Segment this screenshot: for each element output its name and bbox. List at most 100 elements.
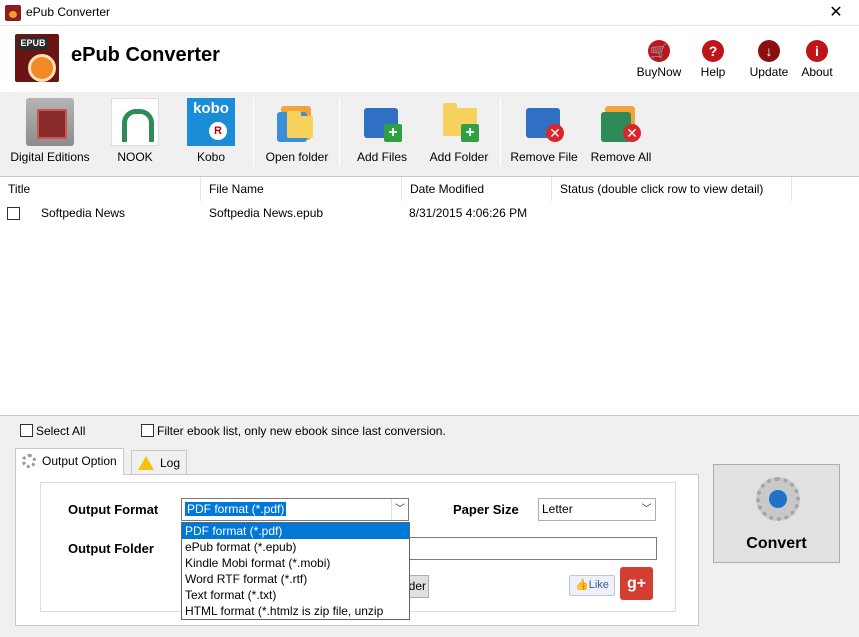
output-folder-label: Output Folder [68,541,154,556]
convert-button[interactable]: Convert [713,464,840,563]
cart-icon: 🛒 [648,40,670,62]
question-icon: ? [702,40,724,62]
column-header-date-modified[interactable]: Date Modified [402,177,552,201]
app-name: ePub Converter [71,44,220,66]
filter-checkbox[interactable]: Filter ebook list, only new ebook since … [141,424,446,438]
app-icon [5,5,21,21]
dropdown-option[interactable]: Text format (*.txt) [182,587,409,603]
google-plus-button[interactable]: g+ [620,567,653,600]
warning-icon [138,455,154,470]
add-files-label: Add Files [356,150,408,164]
toolbar-divider [339,98,340,166]
nook-label: NOOK [117,150,153,164]
convert-label: Convert [746,535,807,552]
info-icon: i [806,40,828,62]
paper-size-value: Letter [542,502,573,516]
dropdown-option[interactable]: Kindle Mobi format (*.mobi) [182,555,409,571]
select-all-box[interactable] [20,424,33,438]
select-all-label: Select All [36,424,86,438]
gear-icon [22,453,36,468]
row-title: Softpedia News [41,206,126,220]
tab-output-option-label: Output Option [42,454,117,468]
chevron-down-icon: ﹀ [391,499,408,520]
download-arrow-icon: ↓ [758,40,780,62]
kobo-button[interactable]: kobo R Kobo [182,98,240,164]
close-button[interactable]: ✕ [813,0,859,26]
facebook-like-button[interactable]: 👍Like [569,575,615,596]
tab-output-option[interactable]: Output Option [15,448,124,475]
remove-all-icon: ✕ [597,98,645,146]
dropdown-option[interactable]: Word RTF format (*.rtf) [182,571,409,587]
tab-log[interactable]: Log [131,450,188,474]
digital-editions-button[interactable]: Digital Editions [6,98,94,164]
update-button[interactable]: ↓ Update [743,40,795,79]
column-header-status[interactable]: Status (double click row to view detail) [552,177,792,201]
column-header-file-name[interactable]: File Name [201,177,402,201]
about-label: About [801,65,833,79]
plus-icon: + [461,124,479,142]
nook-button[interactable]: NOOK [106,98,164,164]
remove-file-icon: ✕ [520,98,568,146]
chevron-down-icon: ﹀ [641,504,652,515]
remove-file-label: Remove File [510,150,578,164]
digital-editions-icon [26,98,74,146]
x-icon: ✕ [546,124,564,142]
dropdown-option[interactable]: ePub format (*.epub) [182,539,409,555]
filter-label: Filter ebook list, only new ebook since … [157,424,446,438]
kobo-badge: R [209,122,227,140]
add-folder-label: Add Folder [429,150,489,164]
add-files-button[interactable]: + Add Files [352,98,412,164]
digital-editions-label: Digital Editions [10,150,90,164]
remove-all-button[interactable]: ✕ Remove All [586,98,656,164]
header: EPUB ePub Converter 🛒 BuyNow ? Help ↓ Up… [0,26,859,92]
paper-size-select[interactable]: Letter ﹀ [538,498,656,521]
table-row[interactable]: Softpedia News Softpedia News.epub 8/31/… [0,201,859,225]
add-folder-button[interactable]: + Add Folder [424,98,494,164]
kobo-icon: kobo R [187,98,235,146]
kobo-label: Kobo [196,150,226,164]
kobo-icon-text: kobo [193,100,229,117]
open-folder-button[interactable]: Open folder [260,98,334,164]
add-files-icon: + [358,98,406,146]
help-label: Help [700,65,726,79]
title-bar: ePub Converter ✕ [0,0,859,26]
output-format-select[interactable]: PDF format (*.pdf) ﹀ [181,498,409,521]
column-header-title[interactable]: Title [0,177,201,201]
plus-icon: + [384,124,402,142]
dropdown-option[interactable]: HTML format (*.htmlz is zip file, unzip [182,603,409,619]
logo: EPUB [15,34,63,84]
add-folder-icon: + [435,98,483,146]
output-format-label: Output Format [68,502,159,517]
update-label: Update [749,65,789,79]
row-checkbox[interactable] [7,207,20,221]
file-list[interactable]: Title File Name Date Modified Status (do… [0,176,859,416]
like-label: Like [588,579,609,591]
nook-icon [111,98,159,146]
row-file-name: Softpedia News.epub [209,206,324,220]
select-all-checkbox[interactable]: Select All [20,424,85,438]
row-date-modified: 8/31/2015 4:06:26 PM [409,206,528,220]
thumbs-up-icon: 👍 [575,579,589,591]
tab-log-label: Log [160,456,181,470]
remove-all-label: Remove All [590,150,652,164]
buynow-button[interactable]: 🛒 BuyNow [633,40,685,79]
logo-tag: EPUB [18,37,48,50]
filter-box[interactable] [141,424,154,438]
window-title: ePub Converter [26,5,111,19]
convert-gear-icon [756,477,800,521]
buynow-label: BuyNow [636,65,682,79]
toolbar-divider [500,98,501,166]
help-button[interactable]: ? Help [687,40,739,79]
about-button[interactable]: i About [791,40,843,79]
output-format-value: PDF format (*.pdf) [185,502,287,516]
output-format-dropdown-list[interactable]: PDF format (*.pdf) ePub format (*.epub) … [181,522,410,620]
x-icon: ✕ [623,124,641,142]
open-folder-icon [273,98,321,146]
remove-file-button[interactable]: ✕ Remove File [506,98,582,164]
toolbar: Digital Editions NOOK kobo R Kobo Open f… [0,92,859,176]
paper-size-label: Paper Size [453,502,519,517]
open-folder-label: Open folder [265,150,329,164]
dropdown-option[interactable]: PDF format (*.pdf) [182,523,409,539]
logo-refresh-icon [28,54,56,82]
toolbar-divider [253,98,254,166]
